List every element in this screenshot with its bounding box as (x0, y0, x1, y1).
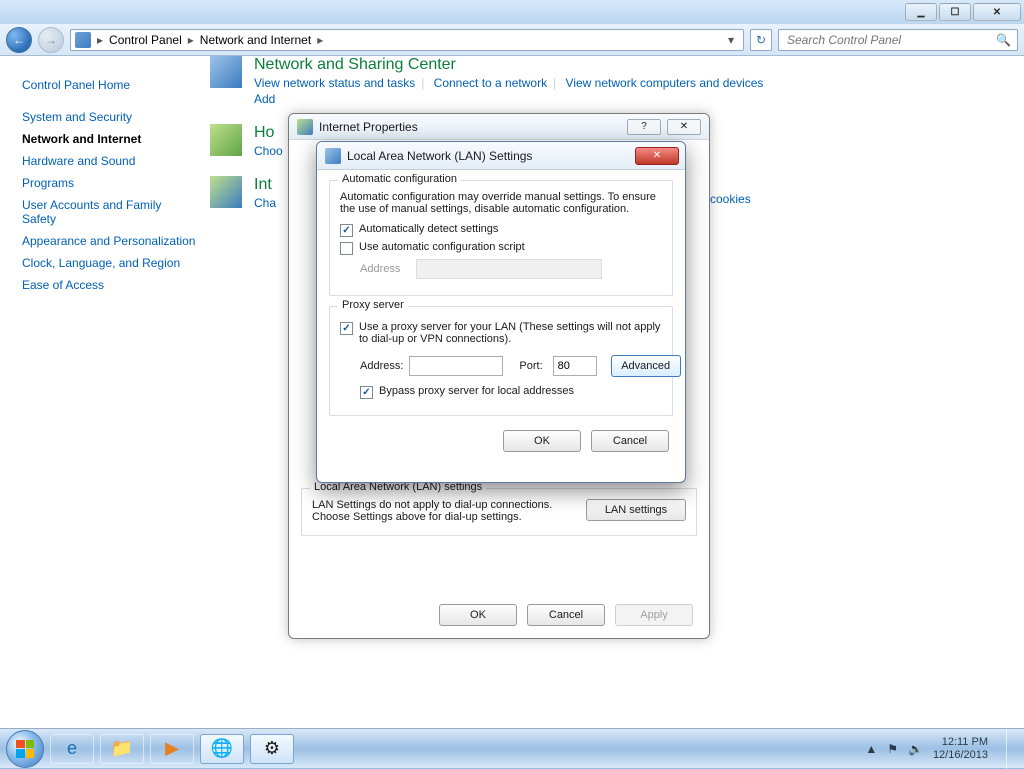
auto-script-checkbox[interactable] (340, 242, 353, 255)
sidebar: Control Panel Home System and Security N… (0, 56, 210, 728)
link-add-wireless[interactable]: Add (254, 92, 275, 106)
auto-config-description: Automatic configuration may override man… (340, 191, 662, 215)
sidebar-item-user-accounts[interactable]: User Accounts and Family Safety (22, 194, 198, 230)
proxy-port-input[interactable] (553, 356, 597, 376)
taskbar-explorer[interactable]: 📁 (100, 734, 144, 764)
homegroup-icon (210, 124, 242, 156)
proxy-address-label: Address: (360, 360, 403, 372)
sidebar-item-ease-of-access[interactable]: Ease of Access (22, 274, 198, 296)
use-proxy-checkbox[interactable] (340, 322, 353, 335)
internet-options-icon (210, 176, 242, 208)
bypass-local-checkbox[interactable] (360, 386, 373, 399)
forward-arrow-icon: → (45, 33, 57, 47)
tray-volume-icon[interactable]: 🔈 (908, 742, 923, 756)
ip-apply-button[interactable]: Apply (615, 604, 693, 626)
search-box[interactable]: 🔍 (778, 29, 1018, 51)
system-tray: ▲ ⚑ 🔈 12:11 PM 12/16/2013 (865, 729, 1018, 769)
taskbar-network[interactable]: 🌐 (200, 734, 244, 764)
link-view-status[interactable]: View network status and tasks (254, 76, 415, 90)
lan-settings-group: Local Area Network (LAN) settings LAN Se… (301, 488, 697, 536)
link-connect-network[interactable]: Connect to a network (434, 76, 547, 90)
lan-dialog-icon (325, 148, 341, 164)
breadcrumb-control-panel[interactable]: Control Panel (109, 33, 182, 47)
auto-config-legend: Automatic configuration (338, 173, 461, 185)
sidebar-item-programs[interactable]: Programs (22, 172, 198, 194)
tray-action-center-icon[interactable]: ⚑ (887, 742, 898, 756)
back-arrow-icon: ← (13, 33, 25, 47)
auto-config-group: Automatic configuration Automatic config… (329, 180, 673, 296)
start-button[interactable] (6, 730, 44, 768)
script-address-input (416, 259, 602, 279)
ip-ok-button[interactable]: OK (439, 604, 517, 626)
sidebar-item-clock-lang-region[interactable]: Clock, Language, and Region (22, 252, 198, 274)
breadcrumb-icon (75, 32, 91, 48)
network-sharing-icon (210, 56, 242, 88)
explorer-navbar: ← → ▸ Control Panel ▸ Network and Intern… (0, 24, 1024, 56)
proxy-server-group: Proxy server Use a proxy server for your… (329, 306, 673, 416)
proxy-port-label: Port: (519, 360, 542, 372)
search-icon[interactable]: 🔍 (996, 33, 1011, 47)
internet-options-title-fragment: Int (254, 176, 276, 194)
refresh-button[interactable]: ↻ (750, 29, 772, 51)
sidebar-item-network-internet[interactable]: Network and Internet (22, 128, 198, 150)
taskbar-media-player[interactable]: ▶ (150, 734, 194, 764)
breadcrumb-network-internet[interactable]: Network and Internet (200, 33, 311, 47)
tray-time: 12:11 PM (933, 736, 988, 749)
use-proxy-label: Use a proxy server for your LAN (These s… (359, 321, 662, 345)
breadcrumb-sep-icon: ▸ (317, 33, 323, 47)
auto-detect-checkbox[interactable] (340, 224, 353, 237)
auto-script-label: Use automatic configuration script (359, 241, 525, 253)
advanced-button[interactable]: Advanced (611, 355, 681, 377)
proxy-address-input[interactable] (409, 356, 503, 376)
internet-properties-title: Internet Properties (319, 120, 418, 134)
proxy-server-legend: Proxy server (338, 299, 408, 311)
homegroup-sub-fragment: Choo (254, 144, 283, 158)
auto-detect-label: Automatically detect settings (359, 223, 498, 235)
dialog-close-button[interactable]: ✕ (667, 119, 701, 135)
lan-settings-dialog: Local Area Network (LAN) Settings ✕ Auto… (316, 141, 686, 483)
network-sharing-title[interactable]: Network and Sharing Center (254, 56, 763, 74)
homegroup-title-fragment: Ho (254, 124, 283, 142)
lan-cancel-button[interactable]: Cancel (591, 430, 669, 452)
lan-settings-description: LAN Settings do not apply to dial-up con… (312, 499, 572, 523)
sidebar-item-appearance[interactable]: Appearance and Personalization (22, 230, 198, 252)
dialog-help-button[interactable]: ? (627, 119, 661, 135)
script-address-label: Address (360, 263, 410, 275)
breadcrumb-sep-icon: ▸ (97, 33, 103, 47)
bypass-local-label: Bypass proxy server for local addresses (379, 385, 574, 397)
tray-clock[interactable]: 12:11 PM 12/16/2013 (933, 736, 988, 762)
tray-show-hidden-icon[interactable]: ▲ (865, 742, 877, 756)
breadcrumb[interactable]: ▸ Control Panel ▸ Network and Internet ▸… (70, 29, 744, 51)
lan-settings-button[interactable]: LAN settings (586, 499, 686, 521)
tray-date: 12/16/2013 (933, 749, 988, 762)
taskbar-ie[interactable]: e (50, 734, 94, 764)
lan-dialog-close-button[interactable]: ✕ (635, 147, 679, 165)
windows-logo-icon (16, 740, 34, 758)
ip-cancel-button[interactable]: Cancel (527, 604, 605, 626)
internet-properties-icon (297, 119, 313, 135)
show-desktop-button[interactable] (1006, 729, 1016, 769)
breadcrumb-history-dropdown[interactable]: ▾ (723, 33, 739, 47)
search-input[interactable] (785, 32, 996, 48)
sidebar-home[interactable]: Control Panel Home (22, 74, 198, 96)
taskbar: e 📁 ▶ 🌐 ⚙ ▲ ⚑ 🔈 12:11 PM 12/16/2013 (0, 728, 1024, 768)
back-button[interactable]: ← (6, 27, 32, 53)
forward-button[interactable]: → (38, 27, 64, 53)
lan-dialog-title: Local Area Network (LAN) Settings (347, 149, 532, 163)
lan-ok-button[interactable]: OK (503, 430, 581, 452)
window-maximize-button[interactable] (939, 3, 971, 21)
sidebar-item-hardware-sound[interactable]: Hardware and Sound (22, 150, 198, 172)
window-close-button[interactable] (973, 3, 1021, 21)
internet-options-sub-fragment: Cha (254, 196, 276, 210)
link-view-computers[interactable]: View network computers and devices (566, 76, 764, 90)
taskbar-control-panel[interactable]: ⚙ (250, 734, 294, 764)
sidebar-item-system-security[interactable]: System and Security (22, 106, 198, 128)
window-minimize-button[interactable] (905, 3, 937, 21)
refresh-icon: ↻ (756, 33, 766, 47)
breadcrumb-sep-icon: ▸ (188, 33, 194, 47)
